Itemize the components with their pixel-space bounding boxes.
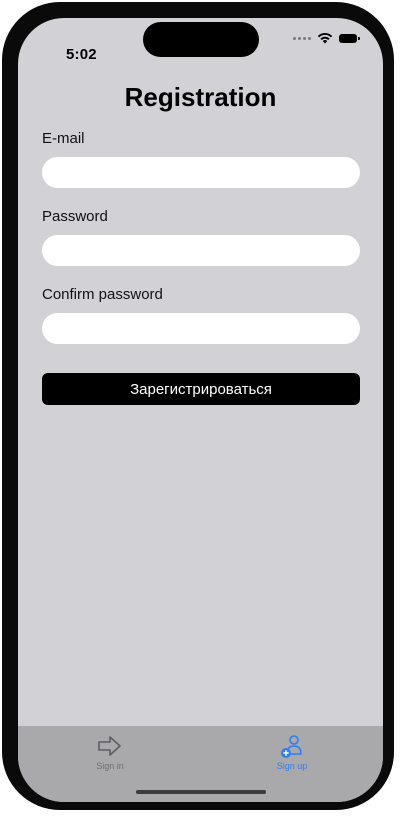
register-button[interactable]: Зарегистрироваться [42, 373, 360, 405]
tab-sign-in-label: Sign in [96, 761, 124, 771]
device-frame: 5:02 Registration E-mail Password Confir… [2, 2, 394, 810]
cellular-signal-icon [293, 36, 311, 40]
status-indicators [293, 32, 360, 44]
tab-sign-in[interactable]: Sign in [70, 732, 150, 771]
battery-icon [339, 33, 360, 43]
email-label: E-mail [42, 130, 85, 147]
password-field[interactable] [42, 235, 360, 266]
app-screen: 5:02 Registration E-mail Password Confir… [18, 18, 383, 802]
wifi-icon [317, 32, 333, 44]
page-title: Registration [124, 82, 277, 112]
tab-sign-up-label: Sign up [276, 761, 308, 771]
dynamic-island [143, 22, 259, 57]
confirm-password-field[interactable] [42, 313, 360, 344]
status-time: 5:02 [66, 46, 97, 63]
person-add-icon [281, 735, 302, 758]
tab-bar: Sign in Sign up [18, 726, 383, 802]
email-field[interactable] [42, 157, 360, 188]
home-indicator [136, 790, 266, 794]
tab-sign-up[interactable]: Sign up [252, 732, 332, 771]
password-label: Password [42, 208, 108, 225]
confirm-password-label: Confirm password [42, 286, 163, 303]
arrow-right-icon [98, 736, 121, 756]
